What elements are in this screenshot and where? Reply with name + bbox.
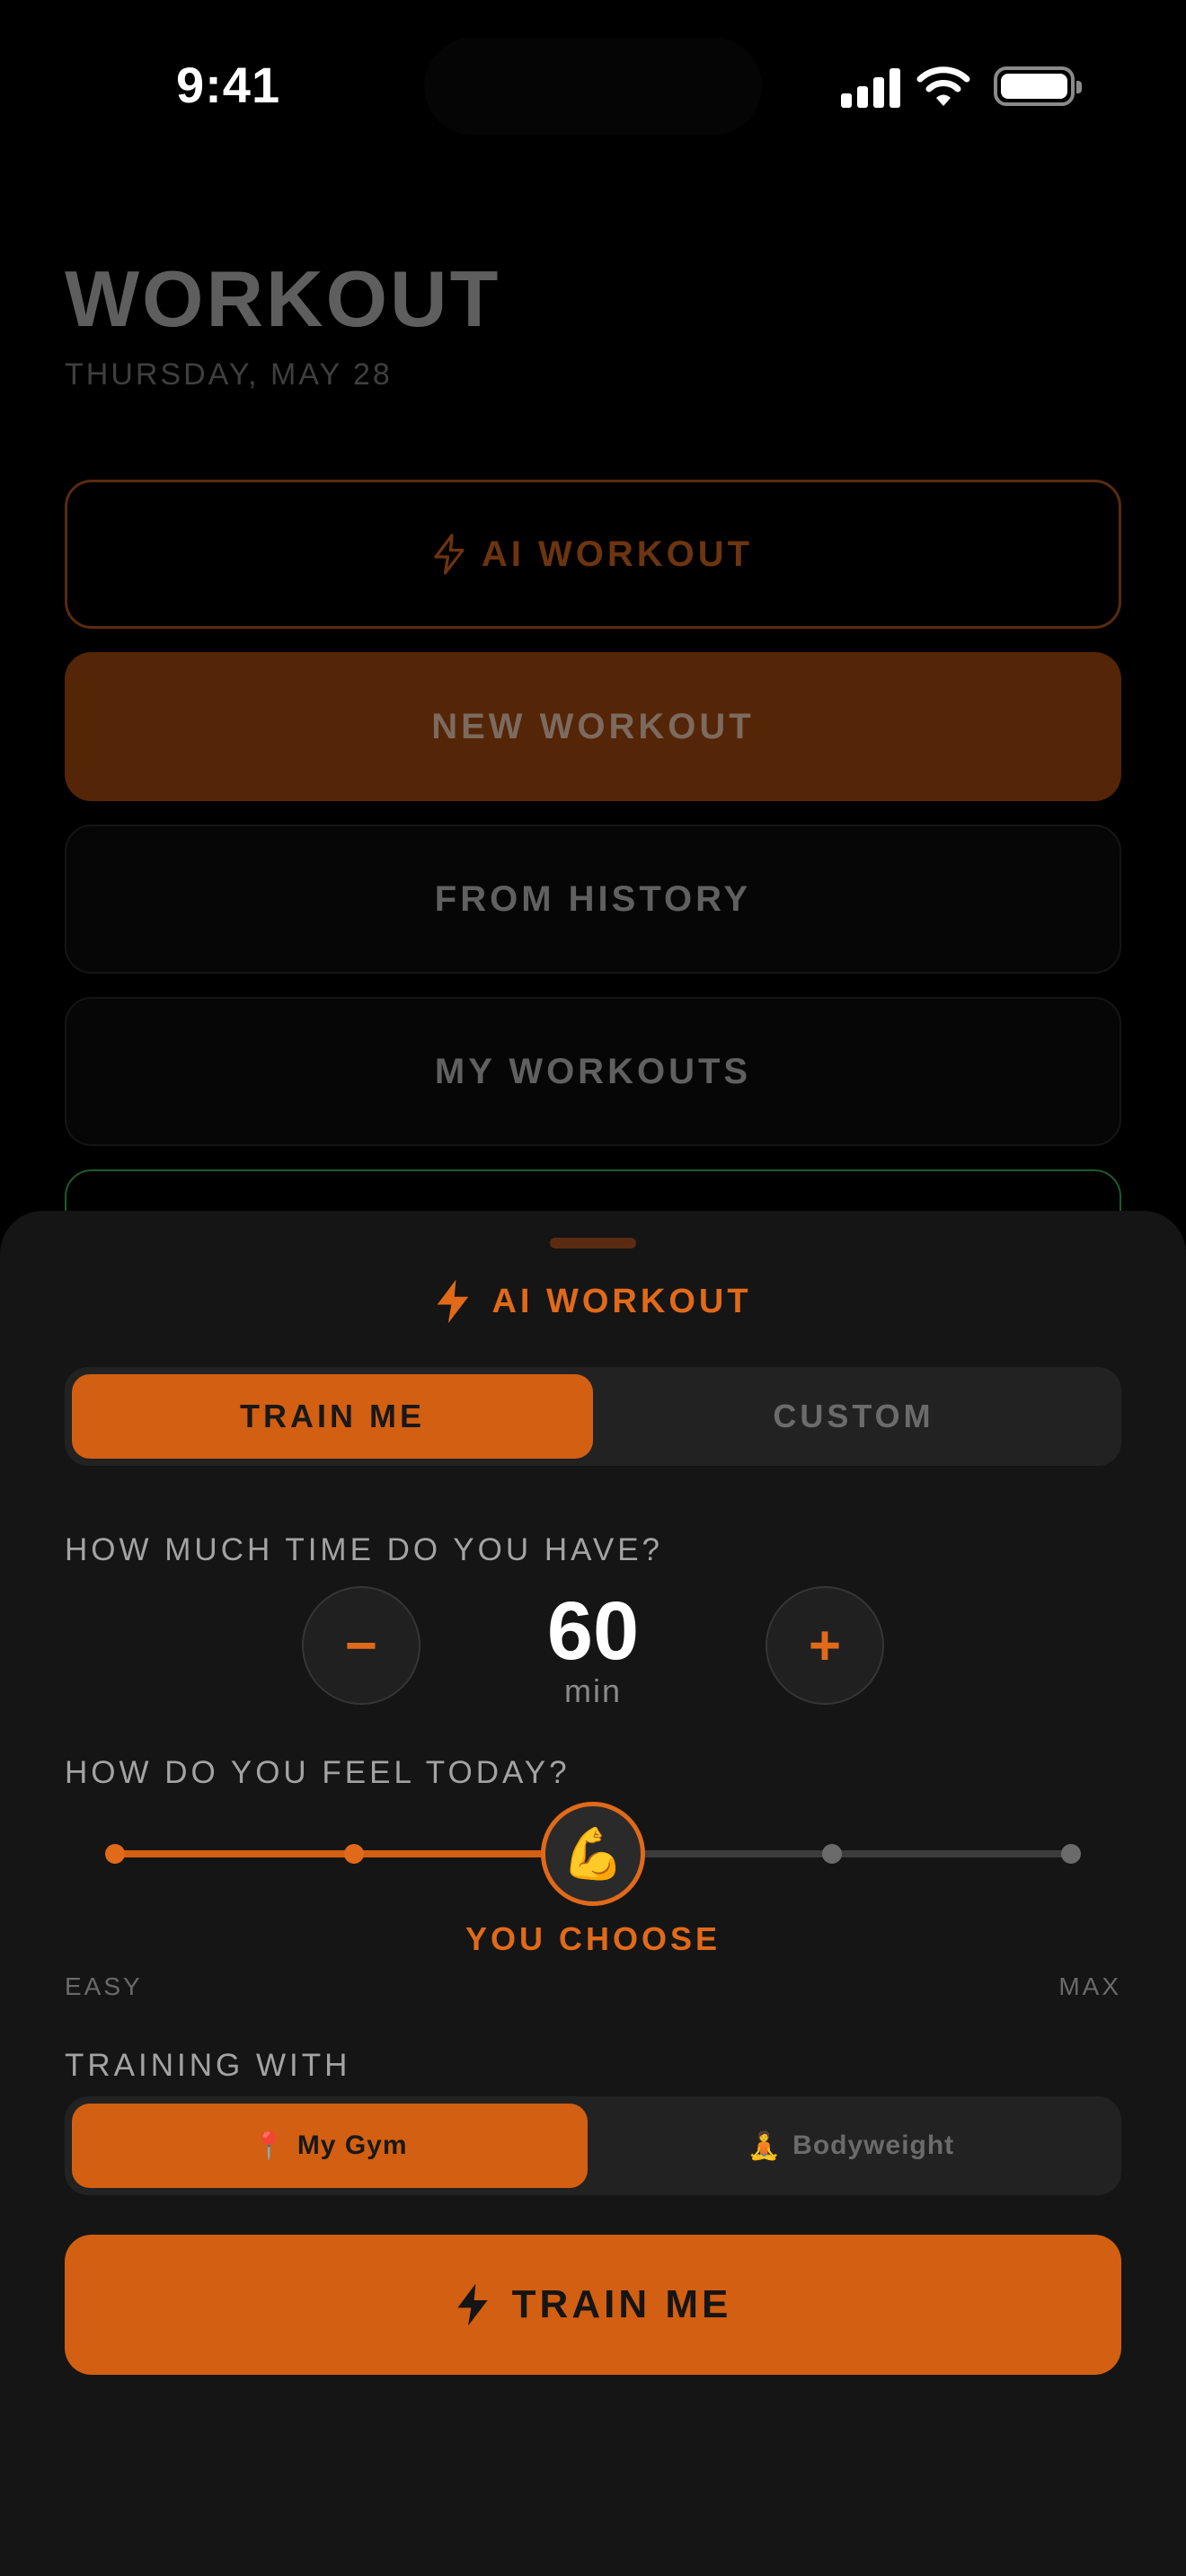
training-with-question: TRAINING WITH (65, 2048, 351, 2083)
flexed-biceps-icon: 💪 (562, 1825, 624, 1882)
ai-workout-button[interactable]: AI WORKOUT (65, 480, 1121, 629)
decrease-time-button[interactable]: − (302, 1586, 420, 1705)
feel-question: HOW DO YOU FEEL TODAY? (65, 1755, 571, 1790)
training-my-gym-tab[interactable]: 📍 My Gym (72, 2104, 588, 2188)
feel-selected-label: YOU CHOOSE (465, 1920, 721, 1957)
my-workouts-button[interactable]: MY WORKOUTS (65, 997, 1121, 1146)
time-unit: min (563, 1672, 622, 1709)
train-me-button-label: TRAIN ME (511, 2282, 732, 2326)
bolt-icon (438, 1279, 469, 1324)
feel-slider-stop[interactable] (344, 1844, 364, 1864)
feel-min-label: EASY (65, 1972, 143, 2000)
training-location-segmented-control: 📍 My Gym 🧘 Bodyweight (65, 2096, 1121, 2195)
time-value: 60 (546, 1585, 640, 1677)
mode-segmented-control: TRAIN ME CUSTOM (65, 1367, 1121, 1466)
mode-custom-tab[interactable]: CUSTOM (593, 1374, 1114, 1459)
wifi-icon (916, 66, 970, 106)
increase-time-button[interactable]: + (766, 1586, 884, 1705)
from-history-label: FROM HISTORY (434, 878, 752, 919)
meditation-icon: 🧘 (747, 2130, 783, 2161)
sheet-title: AI WORKOUT (0, 1270, 1186, 1333)
sheet-drag-handle[interactable] (550, 1238, 636, 1248)
time-question: HOW MUCH TIME DO YOU HAVE? (65, 1532, 663, 1567)
feel-max-label: MAX (1058, 1972, 1121, 2000)
page-date: THURSDAY, MAY 28 (65, 357, 393, 392)
status-time: 9:41 (176, 57, 281, 113)
feel-slider-knob[interactable]: 💪 (541, 1802, 645, 1906)
my-workouts-label: MY WORKOUTS (434, 1051, 752, 1091)
feel-slider-stop[interactable] (1061, 1844, 1081, 1864)
page-title: WORKOUT (65, 254, 501, 343)
training-bodyweight-tab[interactable]: 🧘 Bodyweight (588, 2104, 1114, 2188)
mode-train-me-tab[interactable]: TRAIN ME (72, 1374, 593, 1459)
ai-workout-label: AI WORKOUT (481, 534, 754, 574)
train-me-button[interactable]: TRAIN ME (65, 2235, 1121, 2375)
bolt-icon (457, 2283, 488, 2326)
sheet-title-label: AI WORKOUT (491, 1282, 752, 1320)
battery-icon (994, 66, 1082, 106)
new-workout-label: NEW WORKOUT (431, 706, 755, 746)
from-history-button[interactable]: FROM HISTORY (65, 825, 1121, 974)
bolt-outline-icon (434, 534, 465, 575)
cellular-signal-icon (841, 68, 902, 108)
pin-icon: 📍 (252, 2130, 287, 2161)
dynamic-island (424, 38, 762, 135)
feel-slider-stop[interactable] (822, 1844, 842, 1864)
new-workout-button[interactable]: NEW WORKOUT (65, 652, 1121, 801)
feel-slider-stop[interactable] (105, 1844, 125, 1864)
